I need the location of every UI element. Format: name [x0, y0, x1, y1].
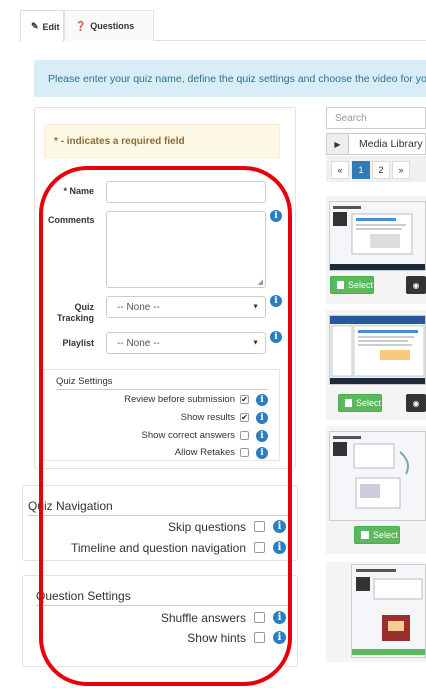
- option-allow-retakes: Allow Retakes: [174, 447, 235, 458]
- select-video-button[interactable]: Select: [354, 526, 400, 544]
- option-timeline-navigation: Timeline and question navigation: [70, 541, 246, 555]
- media-search-input[interactable]: Search: [326, 107, 426, 129]
- comments-info-icon[interactable]: i: [270, 210, 282, 222]
- option-review-before-submission: Review before submission: [124, 394, 235, 405]
- tab-edit-label: Edit: [42, 21, 60, 32]
- show-hints-info-icon[interactable]: i: [273, 631, 286, 644]
- playlist-label: Playlist: [62, 338, 94, 348]
- option-show-correct-answers: Show correct answers: [141, 430, 235, 441]
- caret-down-icon: ▼: [252, 303, 259, 311]
- select-video-label: Select: [355, 398, 381, 408]
- page-2[interactable]: 2: [372, 161, 390, 179]
- video-thumbnail[interactable]: [351, 564, 426, 658]
- preview-eye-icon[interactable]: ◉: [406, 276, 426, 294]
- checkbox-square-icon: [345, 399, 352, 407]
- name-label: * Name: [63, 186, 94, 196]
- preview-eye-icon[interactable]: ◉: [406, 394, 426, 412]
- question-circle-icon: ❓: [75, 20, 87, 31]
- video-thumbnail[interactable]: [329, 431, 426, 521]
- page-1[interactable]: 1: [352, 161, 370, 179]
- video-thumbnail-graphic: [330, 432, 425, 520]
- video-card: Select: [326, 426, 426, 554]
- allow-retakes-info-icon[interactable]: i: [256, 447, 268, 459]
- video-card: Select ◉: [326, 196, 426, 304]
- review-info-icon[interactable]: i: [256, 394, 268, 406]
- tab-questions-label: Questions: [90, 21, 135, 31]
- info-alert: Please enter your quiz name, define the …: [34, 60, 426, 97]
- media-library-button[interactable]: ▶ Media Library: [326, 133, 426, 155]
- caret-down-icon: ▼: [252, 339, 259, 347]
- quiz-tracking-info-icon[interactable]: i: [270, 295, 282, 307]
- pencil-icon: ✎: [31, 21, 39, 31]
- select-video-label: Select: [347, 280, 373, 290]
- question-settings-legend: Question Settings: [36, 589, 131, 603]
- checkbox-square-icon: [361, 531, 369, 539]
- option-show-results: Show results: [180, 412, 235, 423]
- legend-divider: [56, 389, 268, 390]
- page-next[interactable]: »: [392, 161, 410, 179]
- video-thumbnail-graphic: [330, 202, 425, 270]
- video-card: Select ◉: [326, 310, 426, 420]
- pagination: « 1 2 »: [326, 156, 426, 182]
- quiz-tracking-select[interactable]: -- None -- ▼: [106, 296, 266, 318]
- show-correct-answers-info-icon[interactable]: i: [256, 430, 268, 442]
- required-field-note-text: * - indicates a required field: [54, 135, 185, 147]
- show-hints-checkbox[interactable]: [254, 632, 265, 643]
- info-alert-text: Please enter your quiz name, define the …: [48, 72, 426, 85]
- quiz-settings-legend: Quiz Settings: [56, 376, 113, 387]
- select-video-label: Select: [373, 530, 399, 540]
- select-video-button[interactable]: Select: [330, 276, 374, 294]
- tab-edit[interactable]: ✎ Edit: [20, 10, 64, 42]
- tab-bar: ✎ Edit ❓ Questions: [20, 10, 426, 42]
- skip-questions-info-icon[interactable]: i: [273, 520, 286, 533]
- playlist-info-icon[interactable]: i: [270, 331, 282, 343]
- option-show-hints: Show hints: [187, 631, 246, 645]
- legend-divider: [28, 515, 288, 516]
- resize-handle-icon[interactable]: ◢: [258, 278, 263, 286]
- tab-questions[interactable]: ❓ Questions: [64, 10, 154, 41]
- skip-questions-checkbox[interactable]: [254, 521, 265, 532]
- checkbox-square-icon: [337, 281, 344, 289]
- shuffle-answers-checkbox[interactable]: [254, 612, 265, 623]
- media-search-placeholder: Search: [335, 112, 367, 124]
- timeline-navigation-checkbox[interactable]: [254, 542, 265, 553]
- video-thumbnail[interactable]: [329, 315, 426, 385]
- media-library-label: Media Library: [359, 138, 423, 150]
- quiz-tracking-label-line2: Tracking: [56, 313, 94, 323]
- comments-textarea[interactable]: ◢: [106, 211, 266, 288]
- show-results-checkbox[interactable]: ✔: [240, 413, 249, 422]
- video-card: [326, 562, 426, 662]
- quiz-tracking-label-line1: Quiz: [74, 302, 95, 312]
- show-results-info-icon[interactable]: i: [256, 412, 268, 424]
- playlist-selected: -- None --: [117, 337, 160, 349]
- playlist-select[interactable]: -- None -- ▼: [106, 332, 266, 354]
- play-icon: ▶: [327, 134, 349, 154]
- legend-divider: [36, 605, 288, 606]
- timeline-navigation-info-icon[interactable]: i: [273, 541, 286, 554]
- shuffle-answers-info-icon[interactable]: i: [273, 611, 286, 624]
- quiz-tracking-selected: -- None --: [117, 301, 160, 313]
- option-shuffle-answers: Shuffle answers: [160, 611, 246, 625]
- quiz-navigation-legend: Quiz Navigation: [28, 499, 113, 513]
- show-correct-answers-checkbox[interactable]: [240, 431, 249, 440]
- video-thumbnail[interactable]: [329, 201, 426, 271]
- required-field-note: * - indicates a required field: [44, 124, 280, 158]
- allow-retakes-checkbox[interactable]: [240, 448, 249, 457]
- video-thumbnail-graphic: [330, 316, 425, 384]
- review-before-submission-checkbox[interactable]: ✔: [240, 395, 249, 404]
- select-video-button[interactable]: Select: [338, 394, 382, 412]
- comments-label: Comments: [48, 215, 95, 225]
- video-thumbnail-graphic: [352, 565, 425, 657]
- name-input[interactable]: [106, 181, 266, 203]
- page-prev[interactable]: «: [331, 161, 349, 179]
- quiz-tracking-label: Quiz Tracking: [48, 302, 94, 324]
- option-skip-questions: Skip questions: [167, 520, 246, 534]
